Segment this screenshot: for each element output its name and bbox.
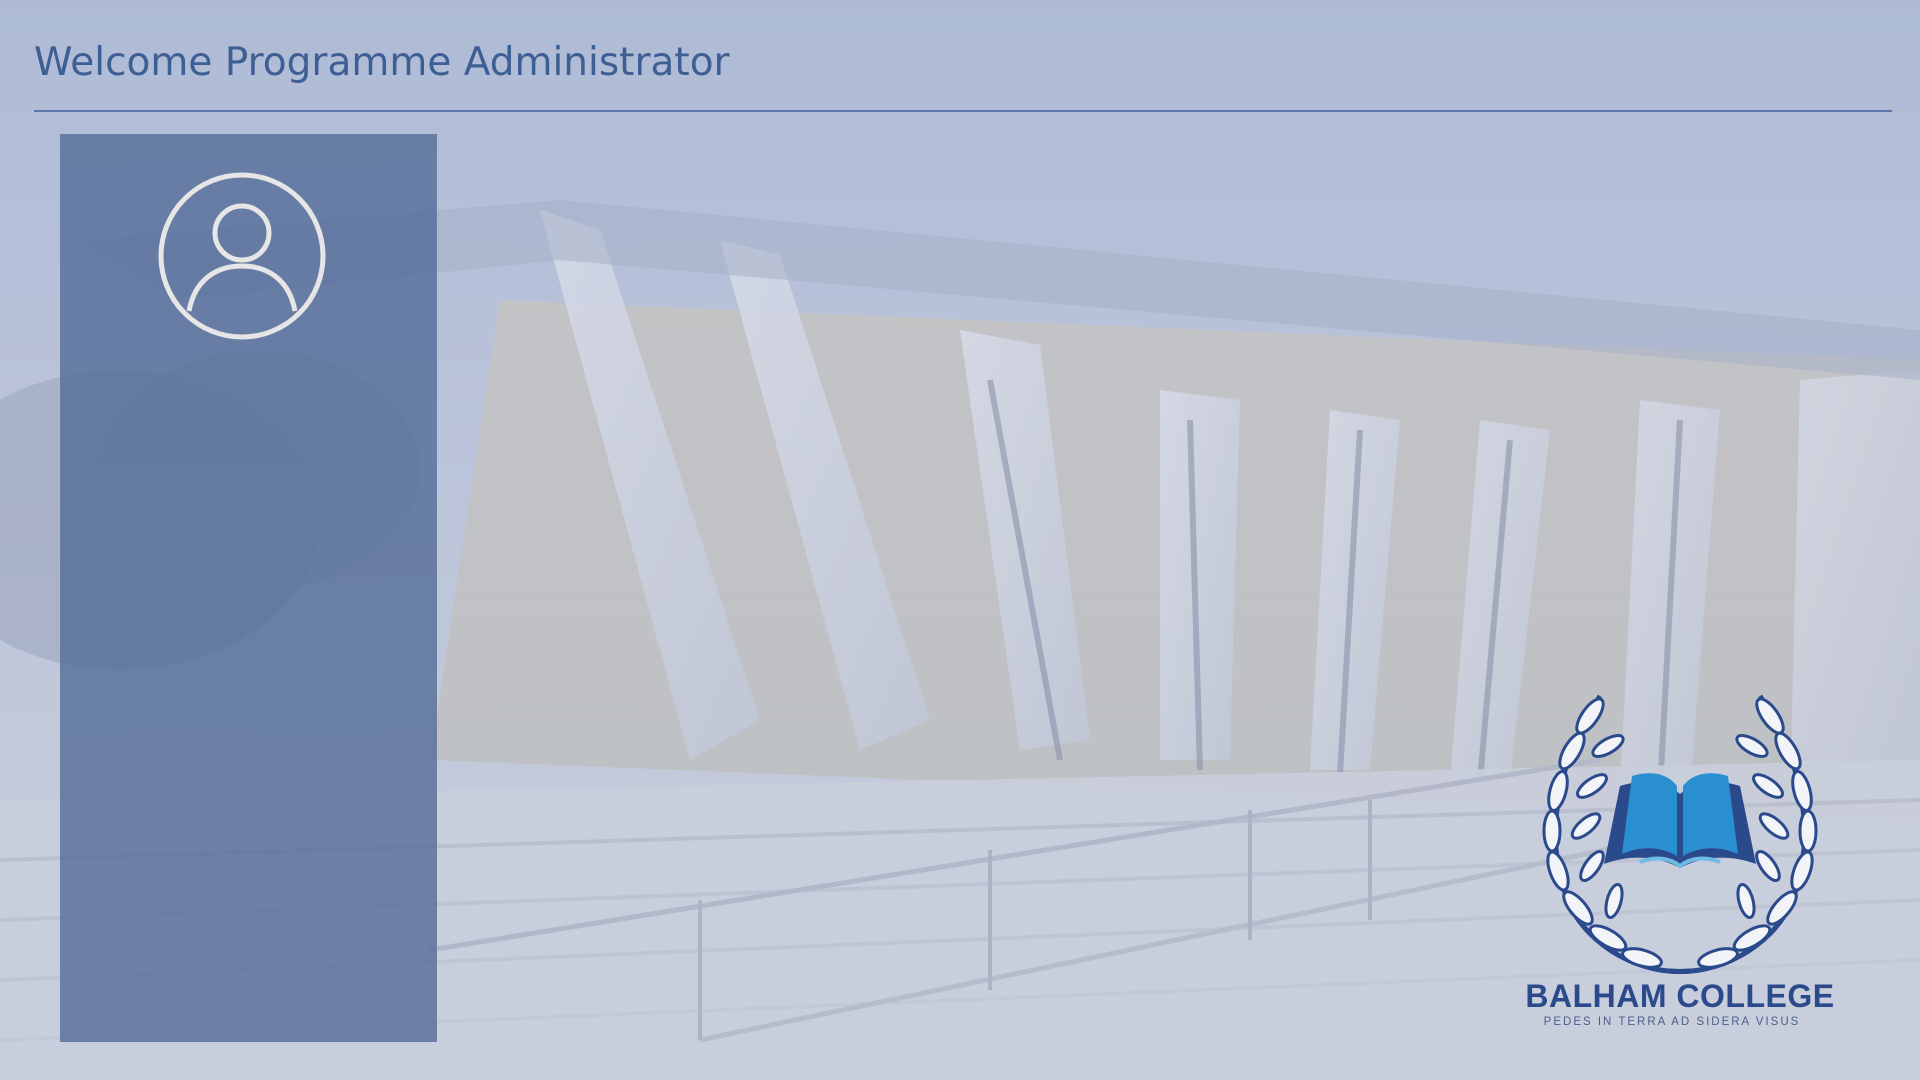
college-motto: PEDES IN TERRA AD SIDERA VISUS bbox=[1543, 1016, 1801, 1028]
college-name: BALHAM COLLEGE bbox=[1525, 978, 1835, 1014]
college-logo: BALHAM COLLEGE PEDES IN TERRA AD SIDERA … bbox=[1510, 686, 1850, 1032]
laurel-book-icon bbox=[1542, 694, 1818, 975]
welcome-screen: Welcome Programme Administrator BALHAM C… bbox=[0, 0, 1920, 1080]
page-title: Welcome Programme Administrator bbox=[34, 40, 730, 85]
page-header: Welcome Programme Administrator bbox=[34, 36, 1892, 112]
user-circle-icon[interactable] bbox=[157, 171, 327, 341]
side-panel bbox=[60, 134, 437, 1042]
